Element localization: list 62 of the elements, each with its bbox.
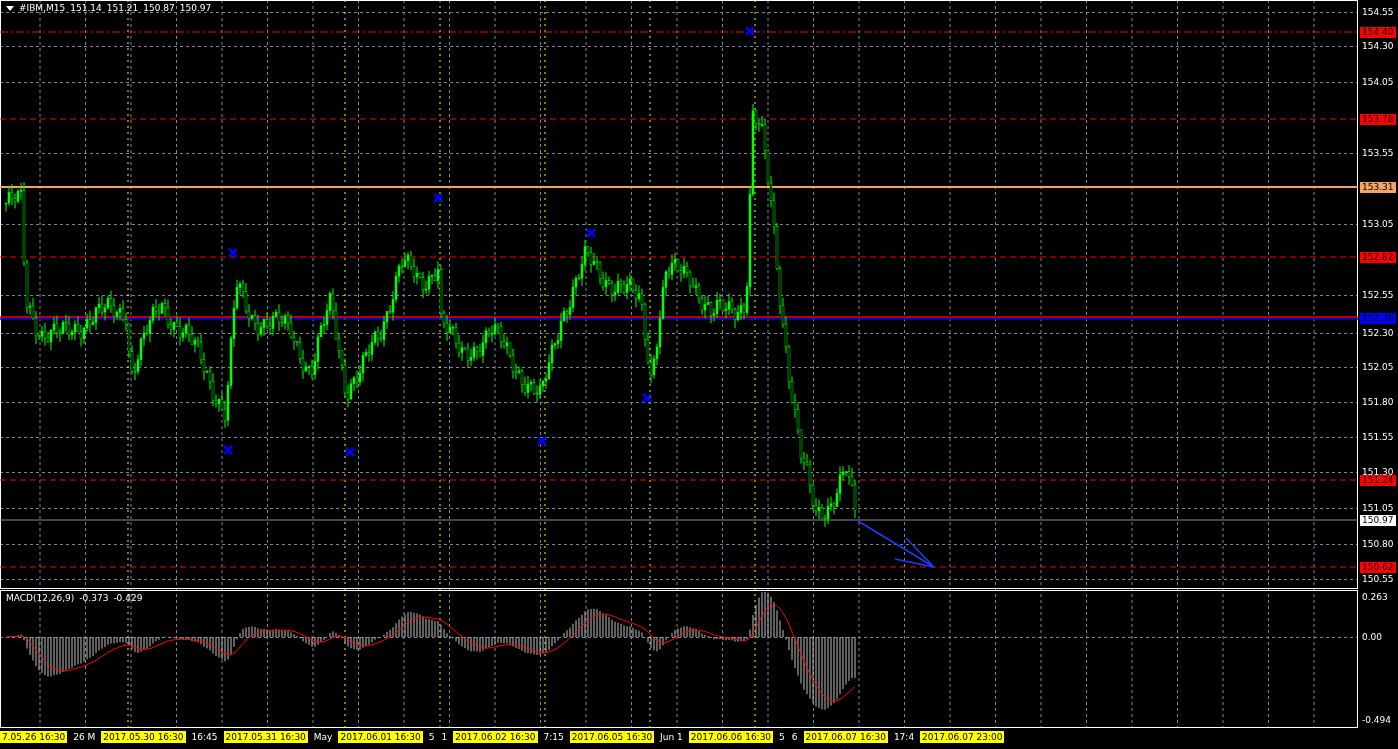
price-tag: 153.78: [1360, 114, 1396, 125]
price-label: 152.05: [1361, 362, 1395, 373]
indicator-value: -0.429: [113, 593, 143, 604]
macd-axis-label: 0.263: [1361, 592, 1389, 603]
time-label: May: [312, 731, 334, 743]
time-label: 1: [440, 731, 449, 743]
cross-marker-icon: [585, 227, 597, 239]
price-value: 151.14: [70, 3, 102, 14]
price-tag: 150.62: [1360, 562, 1396, 573]
time-label: 17:4: [892, 731, 916, 743]
price-label: 154.05: [1361, 77, 1395, 88]
cross-marker-icon: [536, 435, 548, 447]
time-label: 26 M: [72, 731, 97, 743]
price-value: 150.97: [179, 3, 212, 14]
cross-marker-icon: [641, 392, 653, 404]
time-tag: 2017.06.05 16:30: [569, 731, 655, 743]
price-tag: 154.40: [1360, 27, 1396, 38]
price-label: 153.05: [1361, 219, 1395, 230]
price-tag: 150.97: [1360, 515, 1396, 526]
price-label: 151.55: [1361, 432, 1395, 443]
dropdown-icon[interactable]: [6, 6, 14, 11]
time-tag: 2017.05.30 16:30: [101, 731, 186, 743]
time-label: 5: [778, 731, 786, 743]
time-tag: 2017.06.06 16:30: [688, 731, 774, 743]
macd-axis-label: -0.494: [1361, 715, 1392, 726]
cross-marker-icon: [744, 25, 756, 37]
price-tag: 152.82: [1360, 252, 1396, 263]
time-label: Jun 1: [659, 731, 684, 743]
time-label: 7:15: [542, 731, 565, 743]
cross-marker-icon: [227, 247, 239, 259]
time-label: 5: [427, 731, 436, 743]
cross-marker-icon: [432, 192, 444, 204]
price-value: 151.21: [106, 3, 139, 14]
indicator-title: MACD(12,26,9): [6, 593, 75, 604]
price-label: 153.55: [1361, 148, 1395, 159]
price-label: 154.55: [1361, 7, 1395, 18]
price-label: 151.80: [1361, 397, 1395, 408]
time-tag: 2017.06.07 16:30: [803, 731, 888, 743]
indicator-value: -0.373: [79, 593, 109, 604]
cross-marker-icon: [222, 444, 234, 456]
cross-marker-icon: [344, 446, 356, 458]
time-label: 6: [790, 731, 799, 743]
time-tag: 2017.06.02 16:30: [453, 731, 538, 743]
price-label: 150.55: [1361, 574, 1395, 585]
price-tag: 151.24: [1360, 475, 1396, 486]
price-label: 154.30: [1361, 41, 1395, 52]
price-tag: 153.31: [1360, 182, 1396, 193]
time-label: 16:45: [190, 731, 219, 743]
price-label: 150.80: [1361, 539, 1395, 550]
time-tag: 7.05.26 16:30: [0, 731, 68, 743]
price-label: 151.30: [1361, 467, 1395, 477]
symbol-title: #IBM,M15: [19, 3, 66, 14]
macd-axis-label: 0.00: [1361, 632, 1384, 643]
price-tag: 152.38: [1360, 313, 1396, 324]
price-label: 151.05: [1361, 503, 1395, 514]
time-tag: 2017.05.31 16:30: [223, 731, 308, 743]
price-value: 150.87: [143, 3, 175, 14]
price-label: 152.55: [1361, 290, 1395, 301]
time-tag: 2017.06.01 16:30: [338, 731, 423, 743]
time-tag: 2017.06.07 23:00: [920, 731, 1005, 743]
price-label: 152.30: [1361, 328, 1395, 339]
trend-arrow-icon: [857, 520, 935, 568]
